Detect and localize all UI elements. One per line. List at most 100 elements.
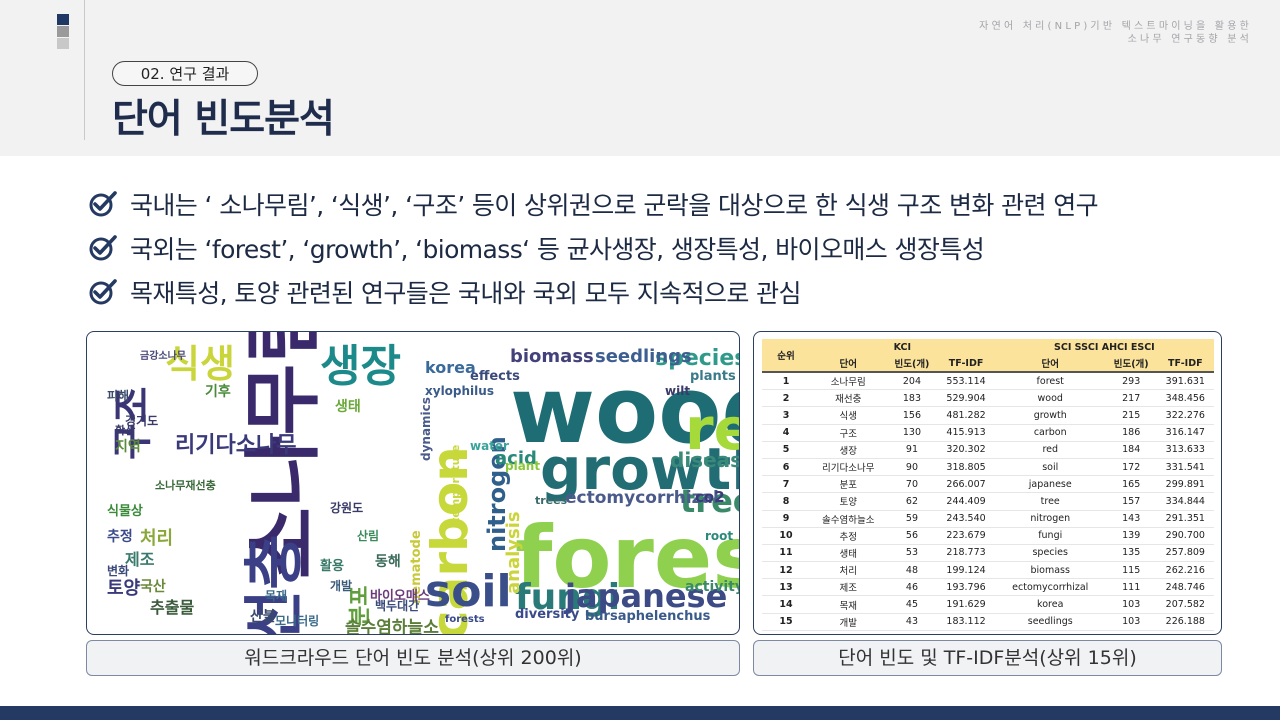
check-circle-icon [89, 191, 117, 217]
table-cell: 4 [762, 424, 810, 442]
table-cell: 14 [762, 595, 810, 614]
table-cell: 248.746 [1156, 578, 1214, 597]
subtitle-line-1: 자연어 처리(NLP)기반 텍스트마이닝을 활용한 [979, 21, 1252, 32]
table-cell: 목재 [810, 595, 887, 614]
table-cell: 5 [762, 441, 810, 459]
table-cell: tree [994, 492, 1106, 511]
cloud-word: water [470, 439, 509, 453]
table-row: 6 리기다소나무 90 318.805 soil 172 331.541 [762, 458, 1214, 477]
table-cell: 생장 [810, 441, 887, 459]
cloud-word: 목재 [265, 589, 288, 603]
table-cell: 481.282 [937, 406, 995, 425]
table-cell: 156 [886, 406, 938, 425]
logo-bar-light [57, 38, 69, 49]
cloud-word: 백두대간 [375, 599, 420, 613]
table-cell: 262.216 [1156, 561, 1214, 580]
table-cell: 90 [886, 458, 938, 477]
subtitle-line-2: 소나무 연구동향 분석 [1127, 34, 1252, 45]
cloud-word: plant [505, 459, 541, 473]
table-cell: 8 [762, 492, 810, 511]
table-cell: 2 [762, 389, 810, 408]
cloud-word: dynamics [419, 397, 433, 461]
table-cell: 244.409 [937, 492, 995, 511]
cloud-word: 변화 [107, 564, 130, 578]
table-cell: 143 [1105, 510, 1157, 528]
table-cell: 103 [1105, 595, 1157, 614]
frequency-table: 순위 KCI SCI SSCI AHCI ESCI 단어 빈도(개) TF-IDF 단… [762, 339, 1214, 631]
cloud-word: 활용 [320, 559, 344, 574]
table-cell: red [994, 441, 1106, 459]
wordcloud-panel: 소나무림재선충식생생장구조리기다소나무분포솔수염하늘소woodforestgro… [86, 331, 740, 635]
table-cell: 15 [762, 613, 810, 631]
table-cell: 91 [886, 441, 938, 459]
cloud-word: seedlings [595, 346, 692, 367]
cloud-word: biomass [510, 346, 594, 367]
wordcloud-caption: 워드크라우드 단어 빈도 분석(상위 200위) [86, 640, 740, 676]
table-cell: 183 [886, 389, 938, 408]
table-cell: 식생 [810, 406, 887, 425]
table-cell: 13 [762, 578, 810, 597]
check-circle-icon [89, 279, 117, 305]
cloud-word: 생태 [335, 399, 361, 415]
table-cell: 193.796 [937, 578, 995, 597]
table-cell: 115 [1105, 561, 1157, 580]
column-header: TF-IDF [937, 355, 995, 372]
table-caption: 단어 빈도 및 TF-IDF분석(상위 15위) [753, 640, 1222, 676]
cloud-word: 산불 [250, 609, 276, 625]
table-cell: 243.540 [937, 510, 995, 528]
table-cell: carbon [994, 424, 1106, 442]
table-cell: 348.456 [1156, 389, 1214, 408]
cloud-word: 기후 [205, 384, 231, 400]
cloud-word: 토양 [107, 578, 141, 599]
cloud-word: diversity [515, 607, 580, 622]
cloud-word: analysis [503, 511, 524, 594]
table-cell: 12 [762, 561, 810, 580]
table-cell: 48 [886, 561, 938, 580]
table-cell: 6 [762, 458, 810, 477]
table-row: 10 추정 56 223.679 fungi 139 290.700 [762, 527, 1214, 545]
logo-mark [57, 14, 69, 50]
table-cell: 솔수염하늘소 [810, 510, 887, 528]
table-row: 3 식생 156 481.282 growth 215 322.276 [762, 406, 1214, 425]
table-cell: 구조 [810, 424, 887, 442]
presentation-subtitle: 자연어 처리(NLP)기반 텍스트마이닝을 활용한 소나무 연구동향 분석 [979, 20, 1252, 46]
cloud-word: 모니터링 [275, 614, 320, 628]
cloud-word: 강원도 [330, 501, 364, 515]
bullet-text: 국내는 ‘ 소나무림’, ‘식생’, ‘구조’ 등이 상위권으로 군락을 대상으… [130, 191, 1099, 220]
cloud-word: 확산 [115, 424, 136, 437]
table-cell: 320.302 [937, 441, 995, 459]
table-row: 1 소나무림 204 553.114 forest 293 391.631 [762, 371, 1214, 391]
table-cell: 139 [1105, 527, 1157, 545]
cloud-word: 처리 [140, 528, 174, 549]
table-row: 11 생태 53 218.773 species 135 257.809 [762, 544, 1214, 563]
table-cell: species [994, 544, 1106, 563]
table-cell: nitrogen [994, 510, 1106, 528]
table-cell: 331.541 [1156, 458, 1214, 477]
table-cell: 소나무림 [810, 371, 887, 391]
table-cell: 318.805 [937, 458, 995, 477]
cloud-word: 생장 [320, 341, 401, 392]
cloud-word: effects [470, 369, 520, 384]
bullet-text: 국외는 ‘forest’, ‘growth’, ‘biomass‘ 등 균사생장… [130, 235, 985, 264]
table-row: 12 처리 48 199.124 biomass 115 262.216 [762, 561, 1214, 580]
table-cell: 135 [1105, 544, 1157, 563]
column-header: TF-IDF [1156, 355, 1214, 372]
table-cell: 토양 [810, 492, 887, 511]
rank-header: 순위 [762, 339, 810, 372]
cloud-word: 개발 [330, 579, 353, 593]
table-cell: 217 [1105, 389, 1157, 408]
table-cell: 266.007 [937, 475, 995, 494]
table-cell: 111 [1105, 578, 1157, 597]
table-cell: 183.112 [937, 613, 995, 631]
table-row: 14 목재 45 191.629 korea 103 207.582 [762, 595, 1214, 614]
table-cell: 9 [762, 510, 810, 528]
cloud-word: co2 [695, 488, 725, 506]
table-cell: 415.913 [937, 424, 995, 442]
column-header: 단어 [994, 355, 1106, 372]
table-cell: 290.700 [1156, 527, 1214, 545]
cloud-word: 동해 [375, 554, 401, 570]
table-cell: 개발 [810, 613, 887, 631]
table-cell: biomass [994, 561, 1106, 580]
table-cell: 165 [1105, 475, 1157, 494]
cloud-word: 피해 [107, 389, 130, 403]
